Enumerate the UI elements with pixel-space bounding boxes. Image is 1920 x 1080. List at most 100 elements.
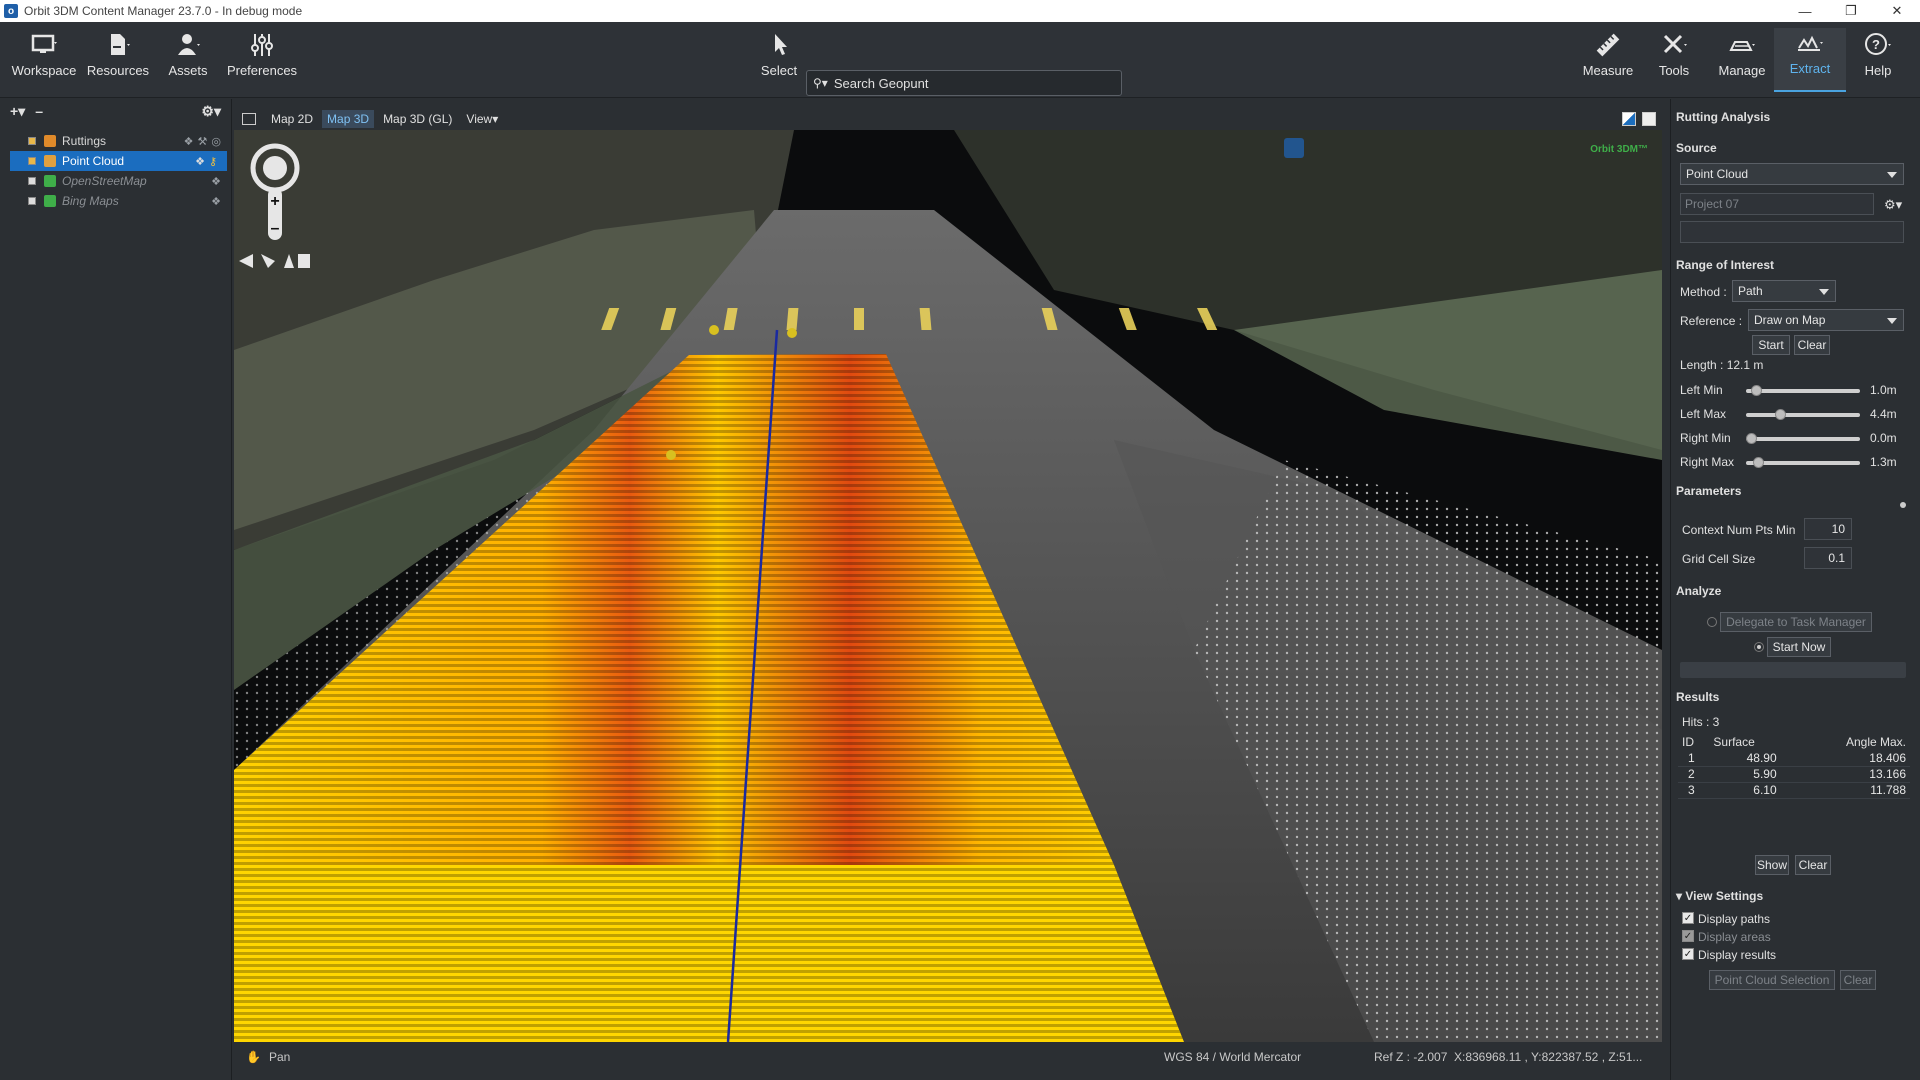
minimize-button[interactable]: — [1782, 0, 1828, 22]
help-button[interactable]: ? Help [1842, 30, 1914, 78]
layout-single-icon[interactable] [1622, 112, 1636, 126]
slider-knob[interactable] [1746, 433, 1757, 444]
wrench-icon[interactable]: ⚒ [198, 135, 208, 148]
slider-label: Left Max [1680, 407, 1727, 421]
cell-angle: 11.788 [1806, 782, 1910, 799]
layers-panel: +▾ – ⚙▾ Ruttings ❖ ⚒ ◎ Point Cloud ❖ ⚷ Open… [0, 99, 232, 1080]
assets-label: Assets [168, 63, 208, 78]
chevron-down-icon [1819, 289, 1829, 295]
slider-knob[interactable] [1753, 457, 1764, 468]
svg-text:–: – [271, 220, 280, 237]
range-slider-track[interactable] [1746, 433, 1860, 444]
range-slider-track[interactable] [1746, 457, 1860, 468]
clear-results-button[interactable]: Clear [1795, 855, 1831, 875]
view-settings-header[interactable]: ▾ View Settings [1676, 889, 1763, 903]
extract-button[interactable]: Extract [1774, 28, 1846, 92]
manage-button[interactable]: Manage [1706, 30, 1778, 78]
context-num-pts-input[interactable]: 10 [1804, 518, 1852, 540]
restore-button[interactable]: ❐ [1828, 0, 1874, 22]
resources-button[interactable]: Resources [82, 30, 154, 78]
cell-surface: 48.90 [1709, 750, 1807, 767]
start-now-radio[interactable] [1754, 642, 1764, 652]
target-icon[interactable]: ◎ [211, 135, 221, 148]
puzzle-icon[interactable]: ❖ [211, 195, 221, 208]
preferences-button[interactable]: Preferences [226, 30, 298, 78]
source-header: Source [1676, 141, 1717, 155]
layer-visibility-checkbox[interactable] [28, 197, 36, 205]
display-results-checkbox[interactable]: ✓ [1682, 948, 1694, 960]
point-cloud-selection-button[interactable]: Point Cloud Selection [1709, 970, 1835, 990]
puzzle-icon[interactable]: ❖ [195, 155, 205, 168]
search-placeholder: Search Geopunt [833, 75, 929, 91]
search-input[interactable]: ⚲▾ Search Geopunt [806, 70, 1122, 96]
close-button[interactable]: ✕ [1874, 0, 1920, 22]
add-layer-icon[interactable]: +▾ [10, 103, 25, 120]
clear-roi-button[interactable]: Clear [1794, 335, 1830, 355]
puzzle-icon[interactable]: ❖ [184, 135, 194, 148]
table-row[interactable]: 2 5.90 13.166 [1678, 766, 1910, 783]
show-results-button[interactable]: Show [1755, 855, 1789, 875]
layer-visibility-checkbox[interactable] [28, 157, 36, 165]
puzzle-icon[interactable]: ❖ [211, 175, 221, 188]
panel-toggle-icon[interactable] [242, 113, 256, 125]
project-field[interactable]: Project 07 [1680, 193, 1874, 215]
manage-label: Manage [1718, 63, 1766, 78]
display-areas-checkbox[interactable]: ✓ [1682, 930, 1694, 942]
pan-mode-icon: ✋ [246, 1050, 261, 1064]
tab-map-2d[interactable]: Map 2D [266, 110, 318, 128]
start-now-button[interactable]: Start Now [1767, 637, 1831, 657]
layer-row-point-cloud[interactable]: Point Cloud ❖ ⚷ [10, 151, 227, 171]
view-tabs: Map 2D Map 3D Map 3D (GL) View▾ [236, 108, 1662, 130]
remove-layer-icon[interactable]: – [35, 103, 43, 120]
table-row[interactable]: 3 6.10 11.788 [1678, 782, 1910, 799]
tools-button[interactable]: Tools [1638, 30, 1710, 78]
orbit-watermark: Orbit 3DM™ [1590, 144, 1648, 155]
display-results-label: Display results [1698, 948, 1777, 962]
map-layer-icon [44, 175, 56, 187]
cell-angle: 18.406 [1806, 750, 1910, 767]
source-dropdown[interactable]: Point Cloud [1680, 163, 1904, 185]
measure-button[interactable]: Measure [1572, 30, 1644, 78]
tab-view-menu[interactable]: View▾ [461, 110, 503, 128]
panel-title: Rutting Analysis [1676, 110, 1771, 124]
range-slider-track[interactable] [1746, 385, 1860, 396]
extract-icon [1798, 35, 1823, 51]
cell-id: 1 [1678, 750, 1710, 767]
layer-row-ruttings[interactable]: Ruttings ❖ ⚒ ◎ [0, 131, 231, 151]
workspace-button[interactable]: Workspace [8, 30, 80, 78]
tab-map-3d-gl[interactable]: Map 3D (GL) [378, 110, 457, 128]
reference-label: Reference : [1680, 314, 1743, 328]
start-button[interactable]: Start [1752, 335, 1790, 355]
display-paths-checkbox[interactable]: ✓ [1682, 912, 1694, 924]
project-settings-gear-icon[interactable]: ⚙▾ [1884, 197, 1902, 213]
layer-settings-icon[interactable]: ⚙▾ [201, 103, 221, 120]
layer-row-openstreetmap[interactable]: OpenStreetMap ❖ [0, 171, 231, 191]
delegate-radio[interactable] [1707, 617, 1717, 627]
layout-grid-icon[interactable] [1642, 112, 1656, 126]
display-paths-label: Display paths [1698, 912, 1771, 926]
display-areas-label: Display areas [1698, 930, 1771, 944]
key-icon[interactable]: ⚷ [209, 155, 217, 168]
preferences-label: Preferences [226, 63, 298, 78]
layer-visibility-checkbox[interactable] [28, 177, 36, 185]
method-dropdown[interactable]: Path [1732, 280, 1836, 302]
delegate-task-manager-button[interactable]: Delegate to Task Manager [1720, 612, 1872, 632]
ruler-icon [1596, 33, 1620, 57]
svg-text:+: + [270, 193, 279, 210]
grid-cell-size-input[interactable]: 0.1 [1804, 547, 1852, 569]
assets-button[interactable]: Assets [152, 30, 224, 78]
slider-knob[interactable] [1775, 409, 1786, 420]
layer-row-bing-maps[interactable]: Bing Maps ❖ [0, 191, 231, 211]
tab-map-3d[interactable]: Map 3D [322, 110, 375, 128]
source-extra-field[interactable] [1680, 221, 1904, 243]
reference-dropdown[interactable]: Draw on Map [1748, 309, 1904, 331]
resources-label: Resources [86, 63, 150, 78]
map-3d-viewport[interactable]: + – Orbit 3DM™ [234, 130, 1662, 1042]
status-coords: X:836968.11 , Y:822387.52 , Z:51... [1454, 1050, 1643, 1064]
layer-visibility-checkbox[interactable] [28, 137, 36, 145]
clear-selection-button[interactable]: Clear [1840, 970, 1876, 990]
slider-knob[interactable] [1751, 385, 1762, 396]
table-row[interactable]: 1 48.90 18.406 [1678, 750, 1910, 767]
range-slider-track[interactable] [1746, 409, 1860, 420]
select-button[interactable]: Select [743, 30, 815, 78]
